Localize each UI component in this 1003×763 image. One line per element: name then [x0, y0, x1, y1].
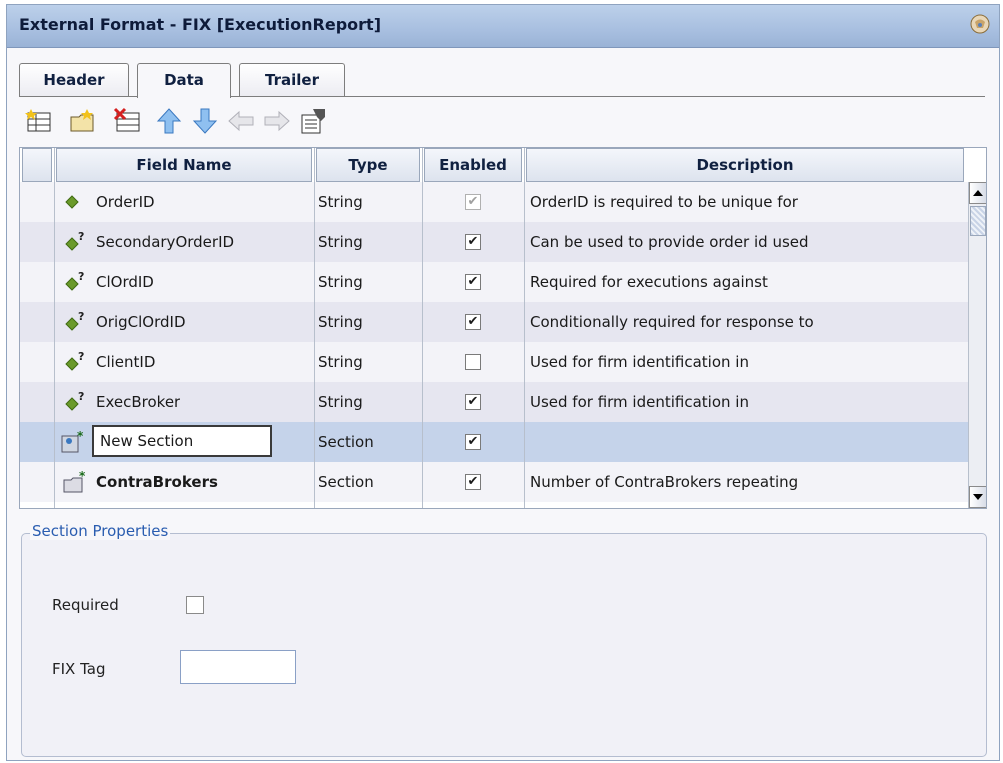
tab-data[interactable]: Data	[137, 63, 231, 98]
new-section-icon: *	[61, 430, 84, 453]
tab-header[interactable]: Header	[19, 63, 129, 96]
window-title: External Format - FIX [ExecutionReport]	[19, 15, 382, 34]
svg-text:?: ?	[78, 390, 84, 403]
optional-field-icon: ?	[65, 350, 84, 371]
field-description: Conditionally required for response to	[530, 313, 814, 331]
enabled-checkbox[interactable]: ✔	[465, 474, 481, 490]
table-row[interactable]: * ContraBrokers Section ✔ Number of Cont…	[20, 462, 968, 502]
optional-field-icon: ?	[65, 270, 84, 291]
table-row[interactable]: ? OrigClOrdID String ✔ Conditionally req…	[20, 302, 968, 342]
add-section-icon[interactable]	[69, 107, 97, 135]
enabled-checkbox[interactable]: ✔	[465, 274, 481, 290]
field-type: String	[318, 353, 363, 371]
field-name: OrderID	[96, 193, 155, 211]
enabled-checkbox: ✔	[465, 194, 481, 210]
triangle-up-icon	[973, 190, 983, 196]
section-properties-legend: Section Properties	[30, 522, 171, 540]
table-row-selected[interactable]: * New Section Section ✔	[20, 422, 968, 462]
field-description: OrderID is required to be unique for	[530, 193, 798, 211]
enabled-checkbox[interactable]: ✔	[465, 394, 481, 410]
vertical-scrollbar[interactable]	[968, 182, 986, 508]
svg-text:?: ?	[78, 350, 84, 363]
field-description: Used for firm identification in	[530, 393, 749, 411]
field-type: String	[318, 313, 363, 331]
column-header-field-name[interactable]: Field Name	[56, 148, 312, 182]
optional-field-icon: ?	[65, 390, 84, 411]
enabled-checkbox[interactable]: ✔	[465, 314, 481, 330]
move-up-icon[interactable]	[155, 107, 183, 135]
column-divider	[54, 148, 55, 508]
svg-text:?: ?	[78, 310, 84, 323]
column-header-enabled[interactable]: Enabled	[424, 148, 522, 182]
field-name: OrigClOrdID	[96, 313, 186, 331]
field-name: SecondaryOrderID	[96, 233, 235, 251]
column-divider	[314, 148, 315, 508]
field-description: Required for executions against	[530, 273, 768, 291]
fields-grid: Field Name Type Enabled Description Orde…	[19, 147, 987, 509]
table-row[interactable]: ? ClientID String Used for firm identifi…	[20, 342, 968, 382]
enabled-checkbox[interactable]: ✔	[465, 234, 481, 250]
row-selector-header	[22, 148, 52, 182]
field-name-edit-input[interactable]: New Section	[92, 425, 272, 457]
scroll-thumb[interactable]	[970, 206, 986, 236]
app-icon[interactable]	[969, 13, 991, 35]
properties-icon[interactable]	[299, 107, 327, 135]
section-properties-panel: Section Properties Required FIX Tag	[21, 522, 987, 757]
svg-text:*: *	[79, 470, 86, 483]
scroll-down-button[interactable]	[969, 486, 986, 508]
table-row[interactable]: OrderID String ✔ OrderID is required to …	[20, 182, 968, 222]
field-type: String	[318, 193, 363, 211]
triangle-down-icon	[973, 494, 983, 500]
field-type: Section	[318, 433, 374, 451]
fix-tag-label: FIX Tag	[52, 660, 106, 678]
table-row[interactable]: ? ClOrdID String ✔ Required for executio…	[20, 262, 968, 302]
optional-field-icon: ?	[65, 310, 84, 331]
field-type: String	[318, 233, 363, 251]
field-type: String	[318, 393, 363, 411]
column-divider	[524, 148, 525, 508]
table-row[interactable]: ? ExecBroker String ✔ Used for firm iden…	[20, 382, 968, 422]
field-name: ExecBroker	[96, 393, 181, 411]
field-description: Can be used to provide order id used	[530, 233, 809, 251]
field-description: Number of ContraBrokers repeating	[530, 473, 799, 491]
move-left-icon[interactable]	[227, 107, 255, 135]
column-divider	[422, 148, 423, 508]
column-header-description[interactable]: Description	[526, 148, 964, 182]
move-right-icon[interactable]	[263, 107, 291, 135]
title-bar: External Format - FIX [ExecutionReport]	[7, 5, 999, 48]
svg-text:*: *	[77, 430, 84, 443]
external-format-window: External Format - FIX [ExecutionReport] …	[6, 4, 1000, 761]
scroll-up-button[interactable]	[969, 182, 986, 204]
enabled-checkbox[interactable]: ✔	[465, 434, 481, 450]
column-header-type[interactable]: Type	[316, 148, 420, 182]
required-field-icon	[65, 195, 79, 209]
field-name: ClOrdID	[96, 273, 154, 291]
field-type: Section	[318, 473, 374, 491]
tab-trailer[interactable]: Trailer	[239, 63, 345, 96]
svg-text:?: ?	[78, 270, 84, 283]
fix-tag-input[interactable]	[180, 650, 296, 684]
svg-text:?: ?	[78, 230, 84, 243]
add-field-icon[interactable]	[25, 107, 53, 135]
optional-field-icon: ?	[65, 230, 84, 251]
section-folder-icon: *	[63, 470, 86, 493]
delete-icon[interactable]	[113, 107, 141, 135]
move-down-icon[interactable]	[191, 107, 219, 135]
required-checkbox[interactable]	[186, 596, 204, 614]
table-row[interactable]: ? SecondaryOrderID String ✔ Can be used …	[20, 222, 968, 262]
enabled-checkbox[interactable]	[465, 354, 481, 370]
field-name: ClientID	[96, 353, 156, 371]
field-description: Used for firm identification in	[530, 353, 749, 371]
required-label: Required	[52, 596, 119, 614]
field-type: String	[318, 273, 363, 291]
field-name: ContraBrokers	[96, 473, 218, 491]
